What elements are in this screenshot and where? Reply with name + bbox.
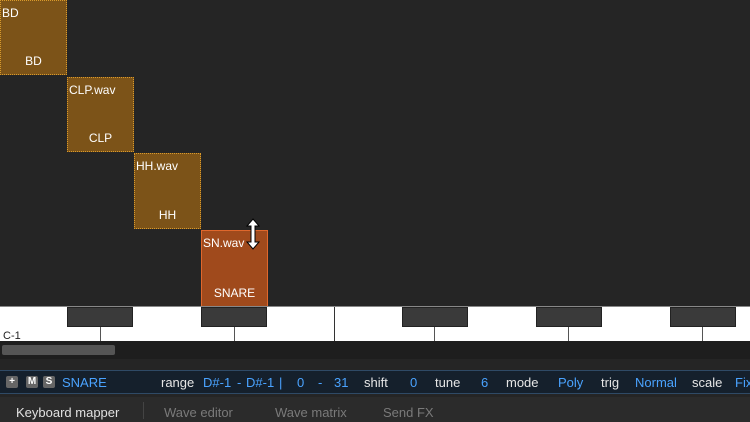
zone-label: HH — [158, 208, 177, 222]
zone-clp[interactable]: CLP.wav CLP — [67, 77, 134, 152]
zone-name[interactable]: SNARE — [62, 375, 107, 390]
mute-button[interactable]: M — [26, 376, 38, 388]
zone-file-name: HH.wav — [136, 159, 179, 173]
zone-file-name: CLP.wav — [69, 83, 116, 97]
velocity-low-value[interactable]: 0 — [297, 375, 304, 390]
zone-bd[interactable]: BD BD — [0, 0, 67, 75]
mode-label: mode — [506, 375, 539, 390]
tune-label: tune — [435, 375, 461, 390]
shift-label: shift — [364, 375, 388, 390]
range-low-value[interactable]: D#-1 — [203, 375, 231, 390]
zone-label: BD — [25, 54, 42, 68]
zone-file-name: BD — [2, 6, 19, 20]
zone-hh[interactable]: HH.wav HH — [134, 153, 201, 229]
mode-value[interactable]: Poly — [558, 375, 583, 390]
zone-label: SNARE — [213, 286, 256, 300]
zone-label: CLP — [88, 131, 113, 145]
vertical-resize-cursor-icon — [245, 218, 261, 250]
bottom-tab-bar: Keyboard mapper Wave editor Wave matrix … — [0, 397, 750, 422]
shift-value[interactable]: 0 — [410, 375, 417, 390]
scale-value[interactable]: Fix — [735, 375, 750, 390]
tab-send-fx[interactable]: Send FX — [383, 405, 434, 420]
tab-keyboard-mapper[interactable]: Keyboard mapper — [16, 405, 119, 420]
add-zone-button[interactable]: + — [6, 376, 18, 388]
trig-value[interactable]: Normal — [635, 375, 677, 390]
keyboard-mapper-area[interactable]: BD BD CLP.wav CLP HH.wav HH SN.wav SNARE — [0, 0, 750, 307]
tune-value[interactable]: 6 — [481, 375, 488, 390]
separator: | — [279, 375, 283, 390]
velocity-dash: - — [318, 375, 323, 390]
black-key[interactable] — [670, 307, 736, 327]
black-key[interactable] — [536, 307, 602, 327]
black-key[interactable] — [67, 307, 133, 327]
tab-wave-editor[interactable]: Wave editor — [164, 405, 233, 420]
zone-status-bar: + M S SNARE range D#-1 - D#-1 | 0 - 31 s… — [0, 370, 750, 394]
zone-file-name: SN.wav — [203, 236, 245, 250]
scrollbar-thumb[interactable] — [2, 345, 115, 355]
solo-button[interactable]: S — [43, 376, 55, 388]
black-key[interactable] — [201, 307, 267, 327]
tab-wave-matrix[interactable]: Wave matrix — [275, 405, 347, 420]
trig-label: trig — [601, 375, 620, 390]
range-high-value[interactable]: D#-1 — [246, 375, 274, 390]
piano-keyboard[interactable]: C-1 — [0, 306, 750, 342]
velocity-high-value[interactable]: 31 — [334, 375, 348, 390]
range-label: range — [161, 375, 195, 390]
range-dash: - — [237, 375, 242, 390]
scale-label: scale — [692, 375, 723, 390]
horizontal-scrollbar[interactable] — [0, 341, 750, 359]
black-key[interactable] — [402, 307, 468, 327]
